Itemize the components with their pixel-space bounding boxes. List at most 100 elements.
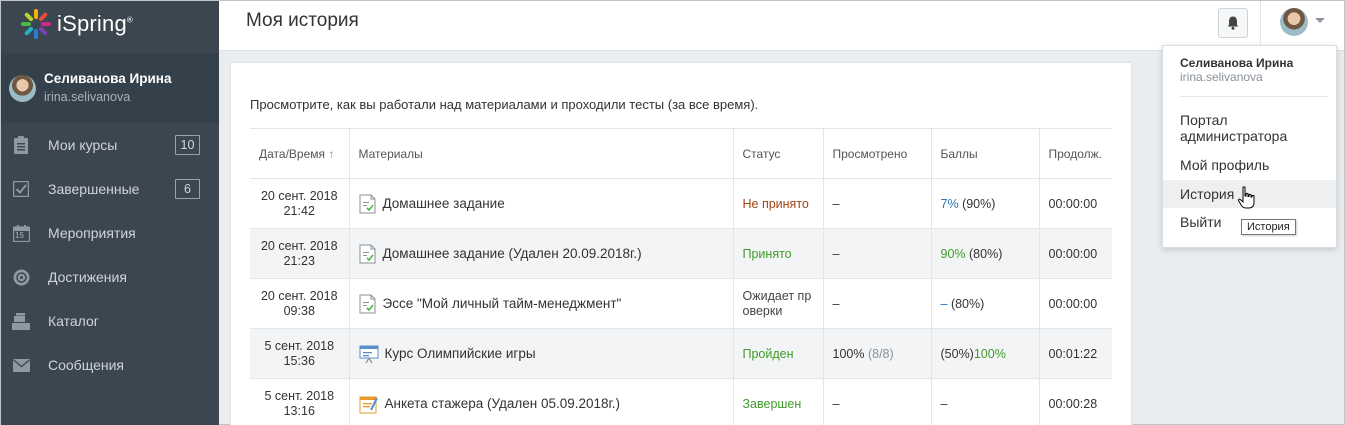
material-title: Эссе "Мой личный тайм-менеджмент" [382, 296, 622, 311]
intro-text: Просмотрите, как вы работали над материа… [250, 97, 759, 112]
viewed-cell: – [822, 178, 931, 229]
header-avatar[interactable] [1280, 8, 1308, 36]
logo-text: iSpring® [57, 11, 133, 36]
dropdown-user-name: Селиванова Ирина [1180, 56, 1294, 70]
material-title: Анкета стажера (Удален 05.09.2018г.) [384, 396, 621, 411]
date-cell: 20 сент. 2018 21:23 [250, 228, 349, 279]
ispring-logo-icon [21, 9, 51, 39]
material-cell[interactable]: Домашнее задание [348, 178, 733, 229]
sidebar-item-completed[interactable]: Завершенные 6 [1, 167, 219, 211]
history-table: Дата/Время ↑ Материалы Статус Просмотрен… [250, 128, 1112, 425]
count-badge: 10 [175, 135, 200, 155]
duration-cell: 00:00:00 [1038, 278, 1112, 329]
dropdown-user-login: irina.selivanova [1180, 70, 1263, 84]
column-header-viewed[interactable]: Просмотрено [822, 128, 931, 179]
bell-icon [1227, 16, 1239, 30]
sidebar: iSpring® Селиванова Ирина irina.selivano… [1, 1, 219, 425]
sidebar-item-label: Сообщения [48, 357, 124, 373]
assignment-icon [359, 244, 375, 263]
date-cell: 20 сент. 2018 21:42 [250, 178, 349, 229]
date-cell: 5 сент. 2018 13:16 [250, 378, 349, 425]
table-row[interactable]: 20 сент. 2018 21:42 Домашнее задание Не п… [250, 178, 1112, 229]
menu-item-profile[interactable]: Мой профиль [1163, 157, 1336, 173]
viewed-cell: – [822, 378, 931, 425]
material-cell[interactable]: Домашнее задание (Удален 20.09.2018г.) [348, 228, 733, 279]
sidebar-item-messages[interactable]: Сообщения [1, 343, 219, 387]
table-row[interactable]: 20 сент. 2018 21:23 Домашнее задание (Уда… [250, 228, 1112, 279]
assignment-icon [359, 194, 375, 213]
sidebar-item-catalog[interactable]: Каталог [1, 299, 219, 343]
user-name: Селиванова Ирина [44, 71, 172, 86]
column-header-date[interactable]: Дата/Время ↑ [250, 128, 349, 179]
score-cell: 7% (90%) [930, 178, 1039, 229]
table-row[interactable]: 20 сент. 2018 09:38 Эссе "Мой личный тайм… [250, 278, 1112, 329]
status-cell: Принято [732, 228, 823, 279]
calendar-day: 15 [15, 231, 24, 240]
sidebar-item-my-courses[interactable]: Мои курсы 10 [1, 123, 219, 167]
sidebar-user[interactable]: Селиванова Ирина irina.selivanova [1, 53, 219, 123]
assignment-icon [359, 294, 375, 313]
material-title: Домашнее задание (Удален 20.09.2018г.) [382, 246, 642, 261]
material-title: Курс Олимпийские игры [384, 346, 536, 361]
sidebar-item-events[interactable]: 15 Мероприятия [1, 211, 219, 255]
calendar-icon: 15 [12, 224, 30, 242]
duration-cell: 00:00:00 [1038, 228, 1112, 279]
table-row[interactable]: 5 сент. 2018 15:36 Курс Олимпийские игры … [250, 328, 1112, 379]
material-cell[interactable]: Курс Олимпийские игры [348, 328, 733, 379]
tooltip: История [1241, 219, 1296, 235]
sidebar-item-label: Мероприятия [48, 225, 136, 241]
header-divider [1260, 1, 1261, 51]
clipboard-icon [12, 136, 30, 154]
envelope-icon [12, 356, 30, 374]
sidebar-nav: Мои курсы 10 Завершенные 6 15 Мероприяти… [1, 123, 219, 387]
material-cell[interactable]: Анкета стажера (Удален 05.09.2018г.) [348, 378, 733, 425]
history-card: Просмотрите, как вы работали над материа… [230, 62, 1132, 425]
score-cell: 90% (80%) [930, 228, 1039, 279]
score-cell: – (80%) [930, 278, 1039, 329]
checkbox-icon [12, 180, 30, 198]
column-header-materials[interactable]: Материалы [348, 128, 733, 179]
user-login: irina.selivanova [44, 90, 131, 104]
logo[interactable]: iSpring® [1, 1, 219, 47]
date-cell: 20 сент. 2018 09:38 [250, 278, 349, 329]
status-cell: Завершен [732, 378, 823, 425]
sidebar-item-label: Каталог [48, 313, 99, 329]
top-header: Моя история [219, 1, 1344, 51]
status-cell: Ожидает пр оверки [732, 278, 823, 329]
score-cell: (50%)100% [930, 328, 1039, 379]
viewed-cell: 100% (8/8) [822, 328, 931, 379]
sidebar-item-label: Мои курсы [48, 137, 118, 153]
status-cell: Пройден [732, 328, 823, 379]
date-cell: 5 сент. 2018 15:36 [250, 328, 349, 379]
table-row[interactable]: 5 сент. 2018 13:16 Анкета стажера (Удален… [250, 378, 1112, 425]
divider [1180, 96, 1328, 97]
notifications-button[interactable] [1218, 8, 1248, 38]
hand-pointer-icon [1237, 186, 1255, 209]
material-title: Домашнее задание [382, 196, 505, 211]
award-icon [12, 268, 30, 286]
duration-cell: 00:00:00 [1038, 178, 1112, 229]
survey-icon [359, 396, 378, 413]
status-cell: Не принято [732, 178, 823, 229]
presentation-icon [359, 345, 378, 363]
sidebar-item-achievements[interactable]: Достижения [1, 255, 219, 299]
viewed-cell: – [822, 228, 931, 279]
column-header-status[interactable]: Статус [732, 128, 823, 179]
user-dropdown-menu: Селиванова Ирина irina.selivanova Портал… [1162, 45, 1337, 248]
column-header-score[interactable]: Баллы [930, 128, 1039, 179]
duration-cell: 00:00:28 [1038, 378, 1112, 425]
material-cell[interactable]: Эссе "Мой личный тайм-менеджмент" [348, 278, 733, 329]
page-title: Моя история [246, 10, 359, 31]
sidebar-item-label: Достижения [48, 269, 127, 285]
menu-item-admin-portal[interactable]: Портал администратора [1163, 112, 1313, 144]
count-badge: 6 [175, 179, 200, 199]
chevron-down-icon[interactable] [1315, 18, 1325, 23]
sidebar-item-label: Завершенные [48, 181, 140, 197]
sort-asc-icon: ↑ [328, 146, 335, 161]
catalog-icon [12, 312, 30, 330]
column-header-duration[interactable]: Продолж. [1038, 128, 1112, 179]
viewed-cell: – [822, 278, 931, 329]
score-cell: – [930, 378, 1039, 425]
duration-cell: 00:01:22 [1038, 328, 1112, 379]
avatar [9, 74, 36, 102]
